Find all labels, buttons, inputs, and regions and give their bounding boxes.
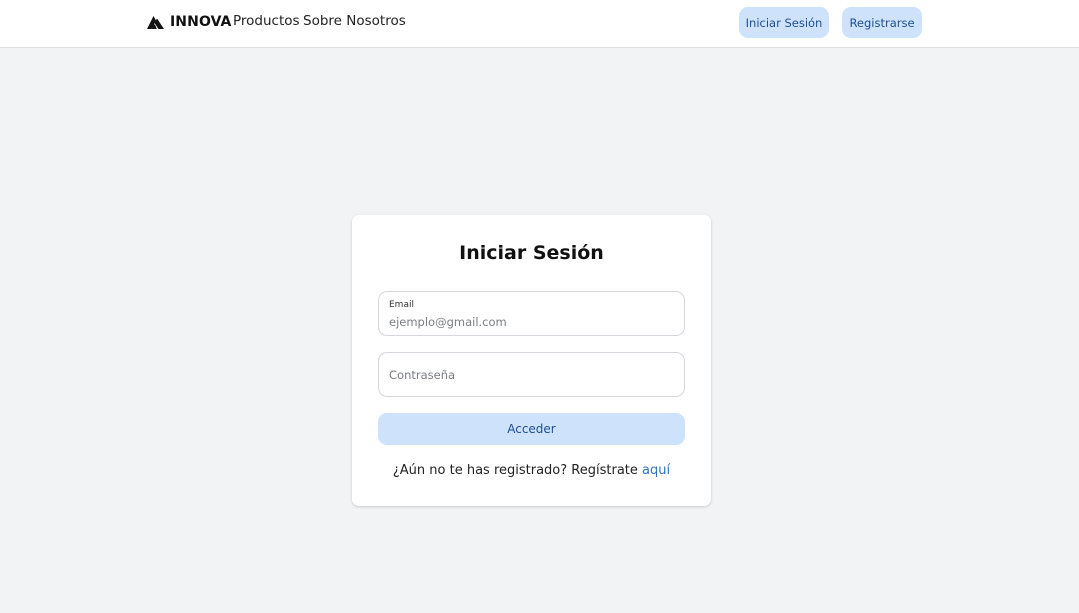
nav-link-sobre-nosotros[interactable]: Sobre Nosotros — [303, 13, 406, 29]
email-field[interactable]: Email — [378, 291, 685, 336]
email-input[interactable] — [389, 314, 674, 330]
register-prompt: ¿Aún no te has registrado? Regístrate aq… — [352, 463, 711, 478]
brand-name: INNOVA — [170, 14, 232, 30]
password-input[interactable] — [389, 367, 674, 383]
submit-button[interactable]: Acceder — [378, 413, 685, 445]
email-label: Email — [389, 300, 414, 310]
register-button[interactable]: Registrarse — [842, 7, 922, 38]
register-prompt-text: ¿Aún no te has registrado? Regístrate — [392, 463, 638, 478]
nav-link-productos[interactable]: Productos — [233, 13, 300, 29]
innova-logo-icon — [147, 15, 164, 29]
login-button[interactable]: Iniciar Sesión — [739, 7, 829, 38]
register-link[interactable]: aquí — [642, 463, 670, 478]
top-navbar: INNOVA Productos Sobre Nosotros Iniciar … — [0, 0, 1079, 48]
password-field[interactable] — [378, 352, 685, 397]
login-card: Iniciar Sesión Email Acceder ¿Aún no te … — [352, 215, 711, 506]
brand-logo[interactable]: INNOVA — [147, 12, 232, 32]
login-title: Iniciar Sesión — [459, 242, 604, 264]
